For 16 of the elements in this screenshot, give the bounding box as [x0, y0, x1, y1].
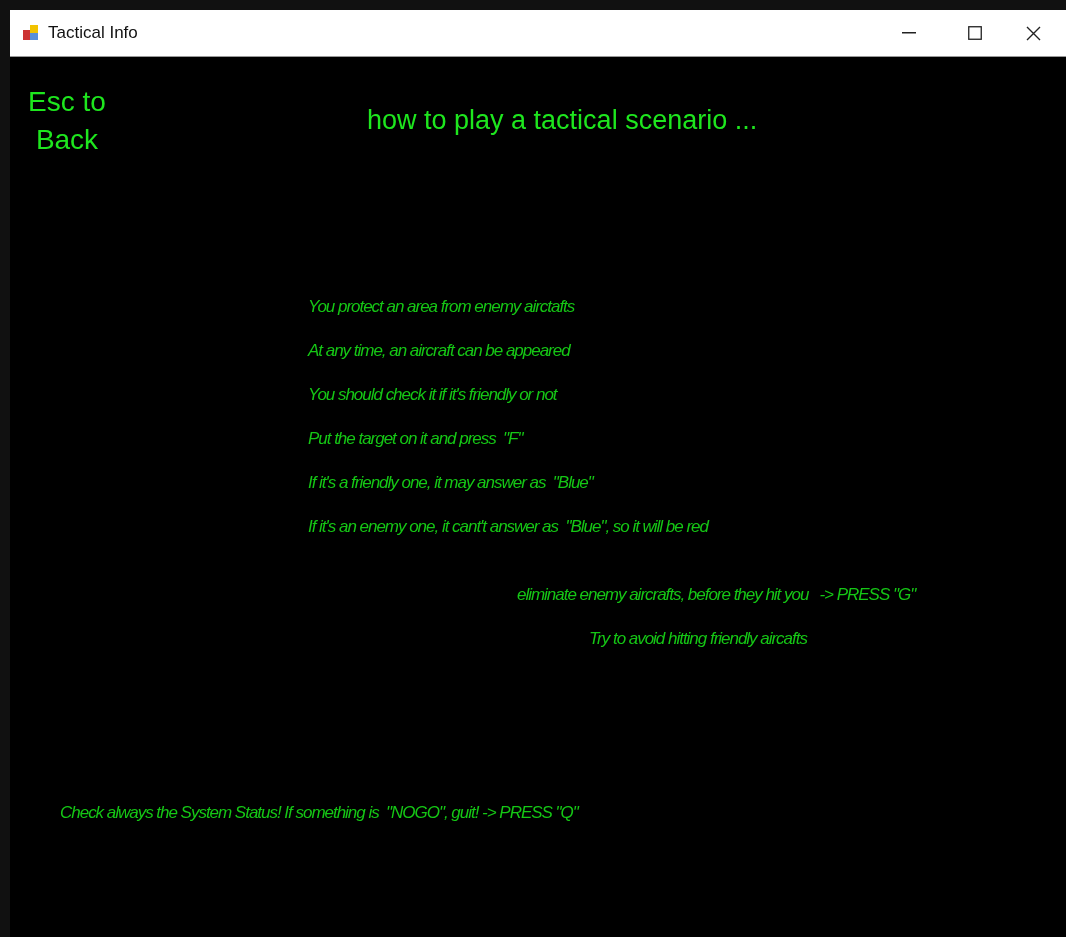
instruction-text: You protect an area from enemy airctafts	[308, 296, 575, 318]
instruction-text: Put the target on it and press "F"	[308, 428, 523, 450]
action-text: eliminate enemy aircrafts, before they hit you -> PRESS "G"	[517, 584, 916, 606]
instruction-text: If it's a friendly one, it may answer as "Blue"	[308, 472, 593, 494]
minimize-icon	[902, 32, 916, 34]
instruction-text: You should check it if it's friendly or not	[308, 384, 557, 406]
maximize-icon	[968, 26, 982, 40]
window-title: Tactical Info	[48, 22, 138, 45]
close-icon	[1025, 25, 1041, 41]
action-text: Try to avoid hitting friendly aircafts	[589, 628, 807, 650]
instruction-text: At any time, an aircraft can be appeared	[308, 340, 570, 362]
instruction-text: If it's an enemy one, it cant't answer as "Blue", so it will be red	[308, 516, 708, 538]
page-heading: how to play a tactical scenario ...	[367, 104, 758, 137]
app-icon	[22, 24, 40, 42]
warning-text: Check always the System Status! If something is "NOGO", guit! -> PRESS "Q"	[60, 802, 581, 824]
back-hint: Esc to Back	[27, 85, 107, 157]
